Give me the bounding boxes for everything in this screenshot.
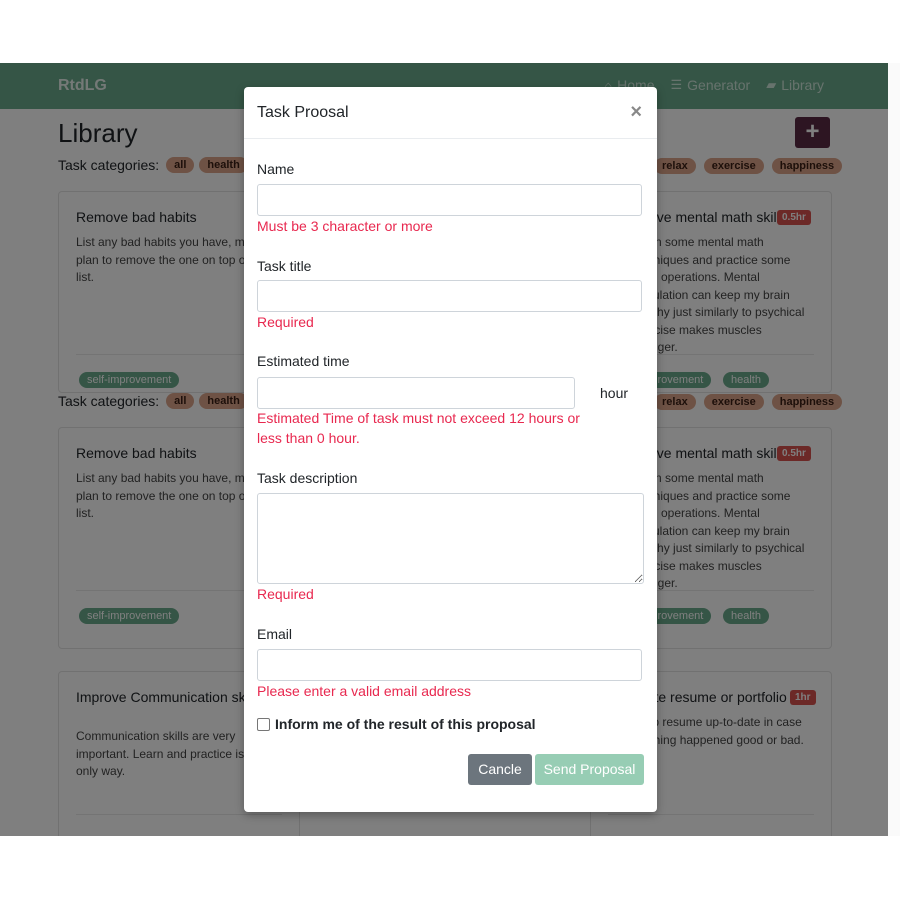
task-title-label: Task title [257, 258, 312, 274]
estimated-time-error: Estimated Time of task must not exceed 1… [257, 410, 580, 426]
email-label: Email [257, 626, 293, 642]
task-proposal-modal: Task Proosal × Name Must be 3 character … [244, 87, 657, 812]
estimated-time-label: Estimated time [257, 353, 350, 369]
task-description-field[interactable] [257, 493, 644, 584]
name-field[interactable] [257, 184, 642, 216]
email-field[interactable] [257, 649, 642, 681]
name-error: Must be 3 character or more [257, 218, 433, 234]
task-title-field[interactable] [257, 280, 642, 312]
inform-option[interactable]: Inform me of the result of this proposal [257, 716, 536, 732]
cancel-button[interactable]: Cancle [468, 754, 532, 785]
inform-label: Inform me of the result of this proposal [275, 716, 536, 732]
task-description-label: Task description [257, 470, 358, 486]
estimated-time-error-cont: less than 0 hour. [257, 430, 360, 446]
page-scrollbar[interactable] [888, 63, 900, 836]
hour-unit-label: hour [600, 385, 629, 401]
modal-title: Task Proosal [257, 104, 349, 121]
modal-header: Task Proosal × [244, 87, 657, 139]
close-icon[interactable]: × [630, 101, 642, 124]
task-description-error: Required [257, 586, 314, 602]
email-error: Please enter a valid email address [257, 683, 472, 699]
send-proposal-button[interactable]: Send Proposal [535, 754, 644, 785]
inform-checkbox[interactable] [257, 717, 270, 731]
name-label: Name [257, 161, 295, 177]
estimated-time-field[interactable] [257, 377, 575, 409]
task-title-error: Required [257, 314, 314, 330]
